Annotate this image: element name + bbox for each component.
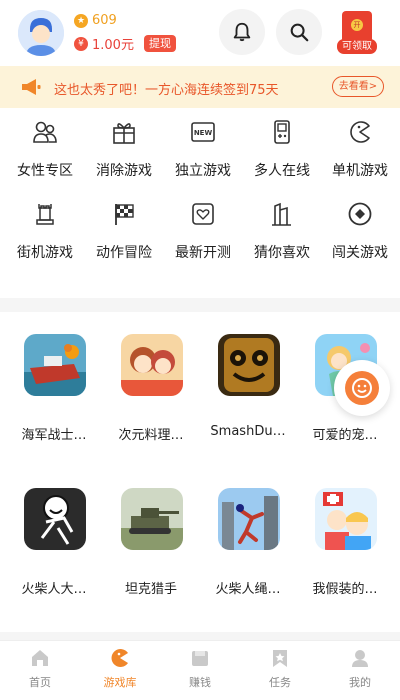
game-thumbnail — [218, 334, 280, 396]
category-recommend[interactable]: 猜你喜欢 — [242, 190, 322, 270]
game-title: 坦克猎手 — [124, 582, 177, 597]
tab-profile[interactable]: 我的 — [320, 641, 400, 700]
gameboy-icon — [274, 120, 290, 144]
game-title: SmashDu… — [210, 424, 286, 439]
target-icon — [348, 202, 372, 226]
category-label: 消除游戏 — [96, 163, 152, 179]
megaphone-icon — [22, 79, 41, 95]
game-card[interactable]: 火柴人大… — [6, 466, 102, 597]
category-label: 闯关游戏 — [332, 245, 388, 261]
tab-label: 游戏库 — [103, 676, 137, 689]
notice-view-button[interactable]: 去看看> — [332, 76, 384, 97]
game-thumbnail — [121, 334, 183, 396]
category-action[interactable]: 动作冒险 — [84, 190, 164, 270]
tab-earn[interactable]: 赚钱 — [160, 641, 240, 700]
wallet-icon — [192, 651, 208, 666]
heart-card-icon — [192, 203, 214, 225]
game-thumbnail — [24, 334, 86, 396]
tab-label: 首页 — [29, 676, 51, 689]
coin-balance: ★ 609 — [74, 13, 117, 28]
new-badge-icon: NEW — [191, 122, 215, 142]
game-card[interactable]: 我假装的… — [297, 466, 393, 597]
avatar[interactable] — [18, 10, 64, 56]
category-multiplayer[interactable]: 多人在线 — [242, 108, 322, 188]
pacman-icon — [111, 649, 128, 667]
task-flag-icon — [273, 650, 287, 667]
game-title: 海军战士… — [21, 428, 87, 443]
arcade-tower-icon — [36, 204, 54, 225]
tab-label: 我的 — [349, 676, 371, 689]
gift-box-icon — [113, 123, 135, 144]
game-list: 海军战士… 次元料理… SmashDu… 可爱的宠… 火柴人大… 坦克猎手 火柴… — [0, 312, 400, 632]
category-label: 街机游戏 — [17, 245, 73, 261]
search-icon — [290, 23, 309, 42]
checkered-flag-icon — [115, 204, 134, 225]
red-packet-label: 可领取 — [337, 39, 377, 54]
bottom-tab-bar: 首页 游戏库 赚钱 任务 我的 — [0, 640, 400, 700]
game-card[interactable]: 火柴人绳… — [200, 466, 296, 597]
building-icon — [272, 202, 291, 226]
notice-text: 这也太秀了吧！一方心海连续签到75天 — [54, 83, 279, 98]
category-label: 多人在线 — [254, 163, 310, 179]
yen-icon: ¥ — [74, 36, 88, 51]
game-title: 次元料理… — [118, 428, 184, 443]
game-thumbnail — [315, 488, 377, 550]
svg-text:NEW: NEW — [194, 129, 213, 137]
gamepad-icon — [345, 371, 379, 405]
game-card[interactable]: 海军战士… — [6, 312, 102, 443]
category-grid: 女性专区 消除游戏 NEW 独立游戏 多人在线 单机游戏 街机游戏 动作冒险 最… — [0, 108, 400, 298]
game-thumbnail — [218, 488, 280, 550]
category-match[interactable]: 消除游戏 — [84, 108, 164, 188]
game-thumbnail — [24, 488, 86, 550]
category-single[interactable]: 单机游戏 — [320, 108, 400, 188]
money-balance: ¥ 1.00元 提现 — [74, 34, 176, 53]
category-label: 猜你喜欢 — [254, 245, 310, 261]
red-packet-seal: 开 — [351, 19, 363, 31]
bell-icon — [233, 22, 251, 42]
category-arcade[interactable]: 街机游戏 — [5, 190, 85, 270]
tab-tasks[interactable]: 任务 — [240, 641, 320, 700]
game-title: 火柴人大… — [21, 582, 87, 597]
home-icon — [32, 650, 48, 666]
category-label: 单机游戏 — [332, 163, 388, 179]
category-female[interactable]: 女性专区 — [5, 108, 85, 188]
category-label: 独立游戏 — [175, 163, 231, 179]
game-card[interactable]: SmashDu… — [200, 312, 296, 442]
category-levels[interactable]: 闯关游戏 — [320, 190, 400, 270]
coin-icon: ★ — [74, 13, 88, 28]
category-new-test[interactable]: 最新开测 — [163, 190, 243, 270]
notification-button[interactable] — [219, 9, 265, 55]
tab-home[interactable]: 首页 — [0, 641, 80, 700]
game-card[interactable]: 次元料理… — [103, 312, 199, 443]
search-button[interactable] — [276, 9, 322, 55]
withdraw-button[interactable]: 提现 — [143, 35, 176, 52]
tab-game-library[interactable]: 游戏库 — [80, 641, 160, 700]
category-label: 最新开测 — [175, 245, 231, 261]
game-thumbnail — [121, 488, 183, 550]
game-title: 我假装的… — [312, 582, 378, 597]
game-title: 可爱的宠… — [312, 428, 378, 443]
floating-game-button[interactable] — [334, 360, 390, 416]
top-header: ★ 609 ¥ 1.00元 提现 开 可领取 — [0, 0, 400, 66]
game-title: 火柴人绳… — [215, 582, 281, 597]
profile-icon — [352, 650, 368, 667]
category-indie[interactable]: NEW 独立游戏 — [163, 108, 243, 188]
game-card[interactable]: 坦克猎手 — [103, 466, 199, 597]
tab-label: 任务 — [269, 676, 291, 689]
notice-bar: 这也太秀了吧！一方心海连续签到75天 去看看> — [0, 66, 400, 108]
category-label: 女性专区 — [17, 163, 73, 179]
coin-count: 609 — [92, 13, 117, 28]
pacman-icon — [350, 121, 370, 143]
red-packet-button[interactable]: 开 可领取 — [334, 9, 380, 55]
female-users-icon — [33, 121, 57, 143]
tab-label: 赚钱 — [189, 676, 211, 689]
category-label: 动作冒险 — [96, 245, 152, 261]
money-amount: 1.00元 — [92, 38, 134, 53]
